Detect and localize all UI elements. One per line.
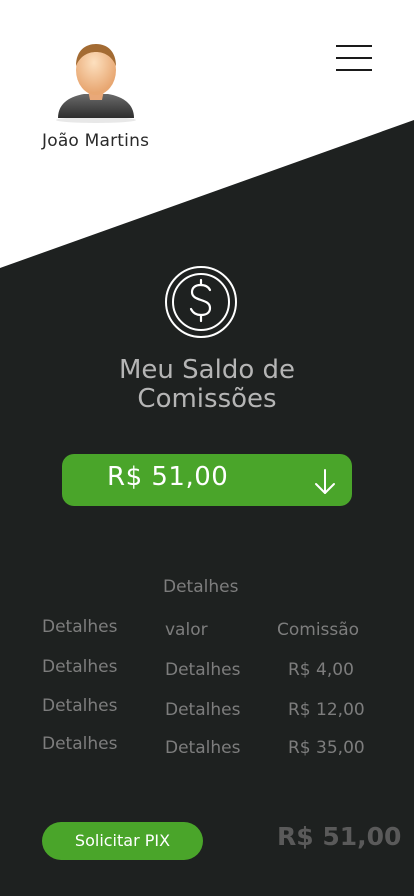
menu-line xyxy=(336,45,372,47)
table-header-commission: Comissão xyxy=(277,620,360,640)
menu-line xyxy=(336,69,372,71)
table-cell: Detalhes xyxy=(42,696,118,716)
table-cell: Detalhes xyxy=(42,657,118,677)
table-cell: Detalhes xyxy=(165,660,241,680)
balance-dropdown[interactable]: R$ 51,00 xyxy=(62,454,352,506)
table-cell-commission: R$ 12,00 xyxy=(288,700,365,720)
request-pix-button[interactable]: Solicitar PIX xyxy=(42,822,203,860)
balance-amount: R$ 51,00 xyxy=(107,462,229,492)
total-amount: R$ 51,00 xyxy=(277,822,402,851)
menu-line xyxy=(336,57,372,59)
hamburger-menu-icon[interactable] xyxy=(334,42,374,74)
balance-title: Meu Saldo de Comissões xyxy=(118,355,295,414)
user-name: João Martins xyxy=(42,131,150,151)
arrow-down-icon[interactable] xyxy=(314,468,336,496)
user-avatar-icon[interactable] xyxy=(54,40,138,124)
table-header-top: Detalhes xyxy=(163,577,239,597)
table-header-details: Detalhes xyxy=(42,617,118,637)
table-cell-commission: R$ 35,00 xyxy=(288,738,365,758)
table-cell: Detalhes xyxy=(165,700,241,720)
dollar-coin-icon xyxy=(165,266,237,338)
table-cell-commission: R$ 4,00 xyxy=(288,660,354,680)
table-header-value: valor xyxy=(165,620,208,640)
table-cell: Detalhes xyxy=(165,738,241,758)
table-cell: Detalhes xyxy=(42,734,118,754)
